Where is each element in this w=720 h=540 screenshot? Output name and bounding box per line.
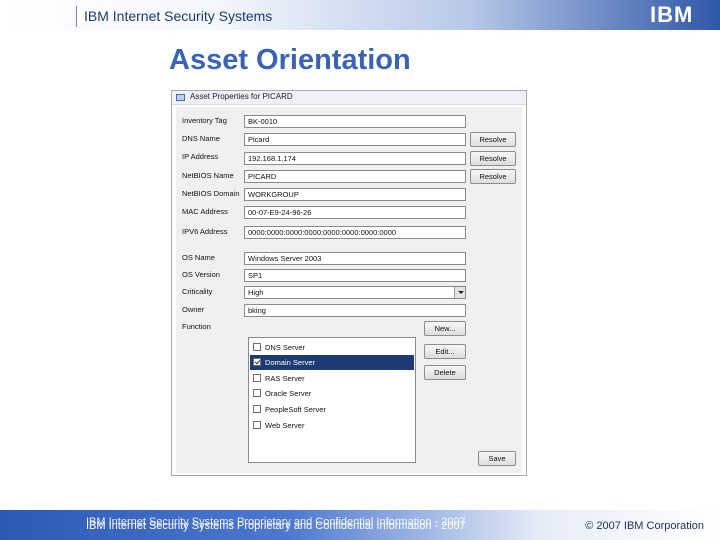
delete-function-button[interactable]: Delete bbox=[424, 365, 466, 380]
function-item-label: Oracle Server bbox=[265, 389, 312, 398]
function-item-domain-server[interactable]: Domain Server bbox=[250, 355, 414, 370]
mac-address-field[interactable]: 00-07-E9-24-96-26 bbox=[244, 206, 466, 219]
new-function-button[interactable]: New... bbox=[424, 321, 466, 336]
company-name: IBM Internet Security Systems bbox=[84, 8, 273, 24]
function-item-label: Web Server bbox=[265, 421, 305, 430]
checkbox-checked-icon[interactable] bbox=[253, 358, 261, 366]
netbios-name-label: NetBIOS Name bbox=[182, 171, 234, 180]
function-item-label: DNS Server bbox=[265, 343, 306, 352]
inventory-tag-label: Inventory Tag bbox=[182, 116, 227, 125]
function-item-oracle-server[interactable]: Oracle Server bbox=[250, 386, 414, 401]
owner-field[interactable]: bking bbox=[244, 304, 466, 317]
footer-confidential: IBM Internet Security Systems Proprietar… bbox=[86, 520, 466, 532]
dialog-titlebar: Asset Properties for PICARD bbox=[172, 91, 526, 105]
resolve-ip-button[interactable]: Resolve bbox=[470, 151, 516, 166]
function-item-peoplesoft-server[interactable]: PeopleSoft Server bbox=[250, 402, 414, 417]
netbios-domain-field[interactable]: WORKGROUP bbox=[244, 188, 466, 201]
os-name-label: OS Name bbox=[182, 253, 215, 262]
checkbox-icon[interactable] bbox=[253, 421, 261, 429]
checkbox-icon[interactable] bbox=[253, 343, 261, 351]
dialog-title: Asset Properties for PICARD bbox=[190, 92, 293, 101]
netbios-domain-label: NetBIOS Domain bbox=[182, 189, 240, 198]
checkbox-icon[interactable] bbox=[253, 374, 261, 382]
criticality-value: High bbox=[248, 288, 264, 297]
ip-address-label: IP Address bbox=[182, 152, 219, 161]
function-item-label: PeopleSoft Server bbox=[265, 405, 326, 414]
checkbox-icon[interactable] bbox=[253, 405, 261, 413]
function-item-web-server[interactable]: Web Server bbox=[250, 418, 414, 433]
ibm-logo-text: IBM bbox=[650, 2, 694, 27]
header-divider bbox=[76, 6, 77, 27]
dns-name-label: DNS Name bbox=[182, 134, 220, 143]
criticality-label: Criticality bbox=[182, 287, 213, 296]
inventory-tag-field[interactable]: BK-0010 bbox=[244, 115, 466, 128]
function-item-label: RAS Server bbox=[265, 374, 305, 383]
ipv6-address-field[interactable]: 0000:0000:0000:0000:0000:0000:0000:0000 bbox=[244, 226, 466, 239]
resolve-netbios-button[interactable]: Resolve bbox=[470, 169, 516, 184]
netbios-name-field[interactable]: PICARD bbox=[244, 170, 466, 183]
function-item-dns-server[interactable]: DNS Server bbox=[250, 340, 414, 355]
os-version-field[interactable]: SP1 bbox=[244, 269, 466, 282]
edit-function-button[interactable]: Edit... bbox=[424, 344, 466, 359]
chevron-down-icon[interactable] bbox=[454, 287, 465, 298]
function-item-label: Domain Server bbox=[265, 358, 316, 367]
dialog-body: Inventory Tag BK-0010 DNS Name Picard Re… bbox=[176, 107, 522, 473]
ip-address-field[interactable]: 192.168.1.174 bbox=[244, 152, 466, 165]
checkbox-icon[interactable] bbox=[253, 389, 261, 397]
criticality-select[interactable]: High bbox=[244, 286, 466, 299]
ipv6-address-label: IPV6 Address bbox=[182, 227, 228, 236]
resolve-dns-button[interactable]: Resolve bbox=[470, 132, 516, 147]
slide-footer: IBM Internet Security Systems Proprietar… bbox=[0, 510, 720, 540]
owner-label: Owner bbox=[182, 305, 205, 314]
function-label: Function bbox=[182, 322, 211, 331]
function-item-ras-server[interactable]: RAS Server bbox=[250, 371, 414, 386]
window-icon bbox=[176, 94, 185, 101]
slide-header: IBM Internet Security Systems IBM bbox=[0, 0, 720, 30]
os-version-label: OS Version bbox=[182, 270, 220, 279]
mac-address-label: MAC Address bbox=[182, 207, 228, 216]
asset-properties-dialog: Asset Properties for PICARD Inventory Ta… bbox=[171, 90, 527, 476]
footer-copyright: © 2007 IBM Corporation bbox=[585, 520, 704, 532]
function-list[interactable]: DNS Server Domain Server RAS Server Orac… bbox=[248, 337, 416, 463]
page-title: Asset Orientation bbox=[169, 44, 411, 76]
dns-name-field[interactable]: Picard bbox=[244, 133, 466, 146]
os-name-field[interactable]: Windows Server 2003 bbox=[244, 252, 466, 265]
ibm-logo: IBM bbox=[650, 4, 710, 26]
save-button[interactable]: Save bbox=[478, 451, 516, 466]
